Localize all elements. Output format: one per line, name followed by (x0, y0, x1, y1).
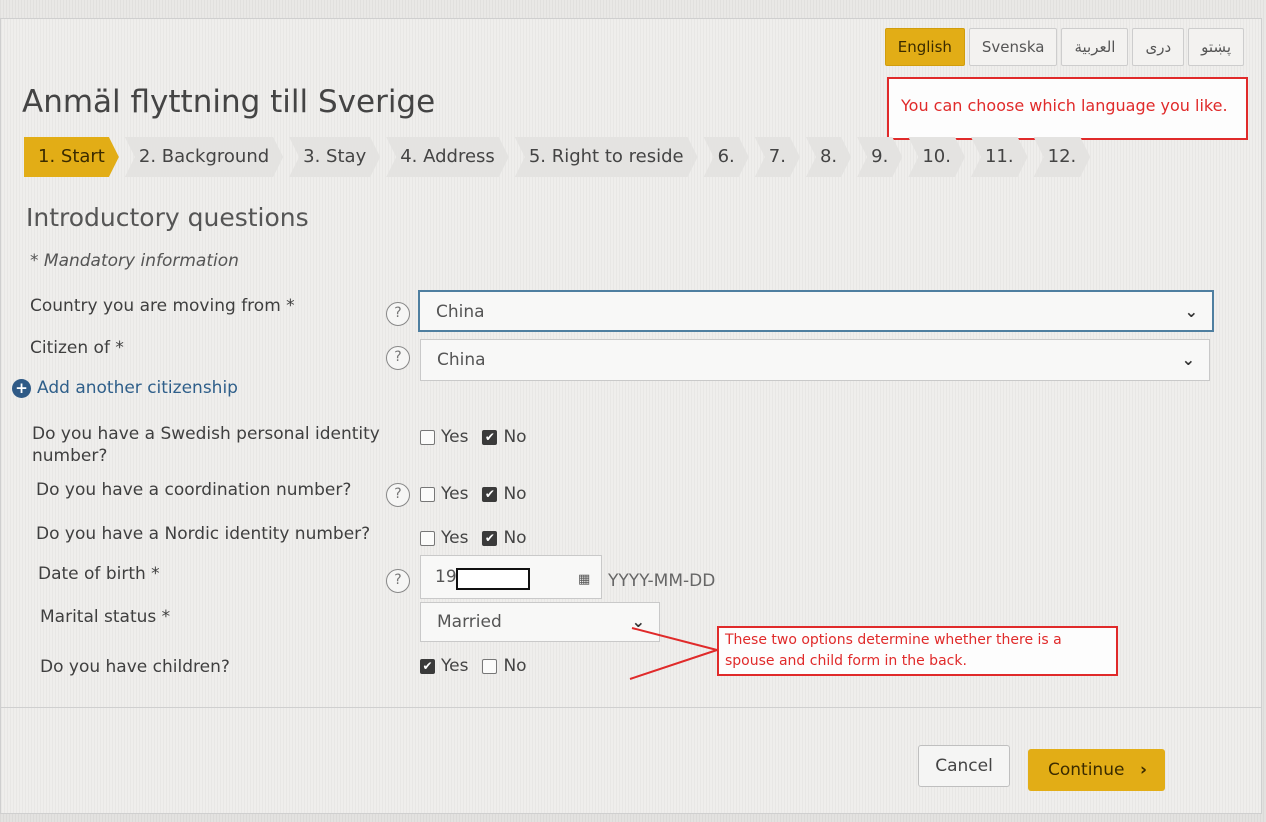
lang-svenska-button[interactable]: Svenska (968, 28, 1058, 66)
step-5[interactable]: 5. Right to reside (515, 137, 698, 177)
country-from-select[interactable]: China ⌄ (418, 290, 1214, 332)
chevron-down-icon: ⌄ (1181, 350, 1195, 369)
nordic-id-label: Do you have a Nordic identity number? (36, 524, 371, 544)
swedish-id-yes-checkbox[interactable] (420, 429, 435, 445)
citizen-value: China (437, 350, 486, 370)
lang-arabic-button[interactable]: العربية (1061, 28, 1129, 66)
children-options: ✔ Yes No (420, 656, 535, 676)
language-bar: English Svenska العربية دری پښتو (884, 28, 1244, 66)
chevron-down-icon: ⌄ (1184, 302, 1198, 321)
yes-label: Yes (441, 427, 469, 447)
calendar-icon[interactable]: ▦ (578, 572, 590, 587)
no-label: No (503, 656, 527, 676)
mandatory-note: * Mandatory information (30, 251, 239, 271)
swedish-id-no-checkbox[interactable]: ✔ (482, 429, 498, 445)
coordination-options: Yes ✔ No (420, 484, 535, 504)
dob-label: Date of birth * (38, 564, 160, 584)
chevron-right-icon: › (1139, 760, 1147, 780)
step-progress: 1. Start 2. Background 3. Stay 4. Addres… (24, 137, 1096, 177)
step-1[interactable]: 1. Start (24, 137, 119, 177)
children-yes-checkbox[interactable]: ✔ (420, 658, 435, 674)
coordination-no-checkbox[interactable]: ✔ (482, 486, 498, 502)
page-title: Anmäl flyttning till Sverige (22, 84, 436, 120)
yes-label: Yes (441, 484, 469, 504)
step-10[interactable]: 10. (908, 137, 965, 177)
citizen-select[interactable]: China ⌄ (420, 339, 1210, 381)
step-7[interactable]: 7. (755, 137, 800, 177)
lang-english-button[interactable]: English (884, 28, 965, 66)
chevron-down-icon: ⌄ (631, 612, 645, 631)
marital-select[interactable]: Married ⌄ (420, 602, 660, 642)
step-8[interactable]: 8. (806, 137, 851, 177)
marital-value: Married (437, 612, 502, 632)
children-label: Do you have children? (40, 657, 230, 677)
help-icon[interactable]: ? (386, 483, 410, 507)
continue-label: Continue (1048, 760, 1125, 780)
help-icon[interactable]: ? (386, 569, 410, 593)
step-3[interactable]: 3. Stay (289, 137, 380, 177)
step-11[interactable]: 11. (971, 137, 1028, 177)
no-label: No (503, 528, 527, 548)
lang-pashto-button[interactable]: پښتو (1188, 28, 1244, 66)
step-12[interactable]: 12. (1034, 137, 1091, 177)
date-format-hint: YYYY-MM-DD (608, 571, 716, 591)
country-from-value: China (436, 302, 485, 322)
marital-label: Marital status * (40, 607, 171, 627)
options-annotation: These two options determine whether ther… (717, 626, 1118, 676)
nordic-id-no-checkbox[interactable]: ✔ (482, 530, 498, 546)
coordination-label: Do you have a coordination number? (36, 480, 352, 500)
lang-dari-button[interactable]: دری (1132, 28, 1185, 66)
no-label: No (503, 427, 527, 447)
yes-label: Yes (441, 528, 469, 548)
help-icon[interactable]: ? (386, 346, 410, 370)
cancel-button[interactable]: Cancel (918, 745, 1010, 787)
children-no-checkbox[interactable] (482, 658, 498, 674)
continue-button[interactable]: Continue › (1028, 749, 1165, 791)
help-icon[interactable]: ? (386, 302, 410, 326)
citizen-label: Citizen of * (30, 338, 124, 358)
step-9[interactable]: 9. (857, 137, 902, 177)
language-annotation: You can choose which language you like. (887, 77, 1248, 140)
swedish-id-label: Do you have a Swedish personal identity … (32, 424, 380, 466)
plus-icon: + (12, 378, 31, 398)
dob-value: 19 (435, 567, 457, 587)
redaction-box (456, 568, 530, 590)
step-6[interactable]: 6. (704, 137, 749, 177)
swedish-id-options: Yes ✔ No (420, 427, 535, 447)
add-citizenship-link[interactable]: + Add another citizenship (12, 378, 238, 398)
country-from-label: Country you are moving from * (30, 296, 295, 316)
footer-divider (0, 707, 1262, 708)
nordic-id-options: Yes ✔ No (420, 528, 535, 548)
coordination-yes-checkbox[interactable] (420, 486, 435, 502)
section-title: Introductory questions (26, 203, 309, 232)
add-citizenship-label: Add another citizenship (37, 378, 238, 398)
step-4[interactable]: 4. Address (386, 137, 509, 177)
step-2[interactable]: 2. Background (125, 137, 283, 177)
nordic-id-yes-checkbox[interactable] (420, 530, 435, 546)
no-label: No (503, 484, 527, 504)
yes-label: Yes (441, 656, 469, 676)
